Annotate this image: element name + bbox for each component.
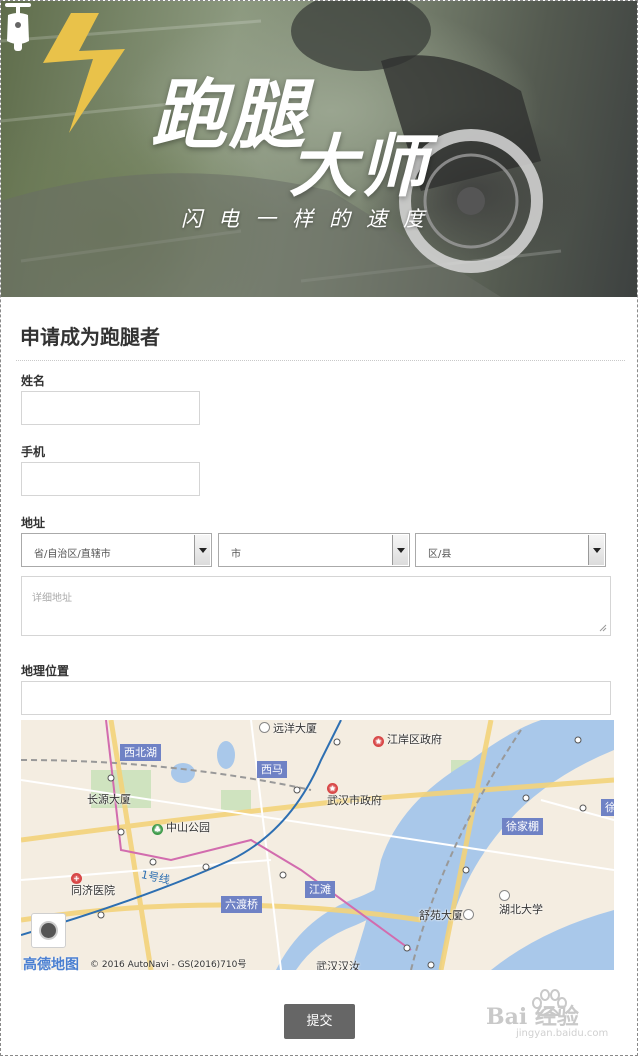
name-label: 姓名 bbox=[21, 374, 46, 388]
government-icon: ★ bbox=[373, 736, 384, 747]
place-label-text: 远洋大厦 bbox=[273, 722, 317, 735]
place-label[interactable]: 徐家棚 bbox=[502, 818, 543, 835]
building-icon bbox=[463, 909, 474, 920]
province-select-value: 省/自治区/直辖市 bbox=[34, 549, 111, 560]
resize-grip-icon[interactable] bbox=[599, 624, 607, 632]
place-label[interactable]: 湖北大学 bbox=[499, 890, 543, 916]
government-icon: ★ bbox=[327, 783, 338, 794]
detail-address-placeholder: 详细地址 bbox=[32, 593, 72, 604]
chevron-down-icon[interactable] bbox=[194, 535, 210, 565]
place-label[interactable]: 西马 bbox=[257, 761, 287, 778]
banner-title-line2: 大师 bbox=[289, 127, 430, 207]
place-label[interactable]: 武汉汉汝 bbox=[316, 960, 360, 970]
province-select[interactable]: 省/自治区/直辖市 bbox=[21, 533, 212, 567]
district-select-value: 区/县 bbox=[428, 549, 452, 560]
page: 跑腿 大师 闪电一样的速度 申请成为跑腿者 姓名 手机 地址 省/自治区/直辖市… bbox=[0, 0, 638, 1056]
address-label: 地址 bbox=[21, 516, 46, 530]
watermark: Bai 经验 bbox=[486, 1004, 579, 1030]
map-canvas[interactable] bbox=[21, 720, 614, 970]
map[interactable]: 西北湖 远洋大厦 ★ 江岸区政府 西马 长源大厦 ★ 武汉市政府 ♣ 中山公园 徐家棚… bbox=[21, 720, 614, 970]
place-label-text: 武汉市政府 bbox=[327, 794, 382, 807]
place-label[interactable]: 六渡桥 bbox=[221, 896, 262, 913]
locate-button[interactable] bbox=[31, 913, 66, 948]
place-label[interactable]: 远洋大厦 bbox=[259, 722, 317, 735]
phone-label: 手机 bbox=[21, 445, 46, 459]
district-select[interactable]: 区/县 bbox=[415, 533, 606, 567]
place-label-text: 舒苑大厦 bbox=[419, 909, 463, 922]
form-title: 申请成为跑腿者 bbox=[20, 325, 160, 349]
phone-input[interactable] bbox=[21, 462, 200, 496]
place-label-text: 中山公园 bbox=[166, 821, 210, 834]
place-label[interactable]: 西北湖 bbox=[120, 744, 161, 761]
map-logo: 高德地图 bbox=[23, 957, 79, 973]
chevron-down-icon[interactable] bbox=[392, 535, 408, 565]
location-input[interactable] bbox=[21, 681, 611, 715]
hero-banner: 跑腿 大师 闪电一样的速度 bbox=[1, 1, 637, 297]
city-select[interactable]: 市 bbox=[218, 533, 410, 567]
scooter-icon bbox=[5, 3, 31, 51]
place-label[interactable]: 江滩 bbox=[305, 881, 335, 898]
banner-slogan: 闪电一样的速度 bbox=[181, 207, 440, 231]
place-label[interactable]: 徐 bbox=[601, 799, 614, 816]
building-icon bbox=[259, 722, 270, 733]
place-label-text: 同济医院 bbox=[71, 884, 115, 897]
name-input[interactable] bbox=[21, 391, 200, 425]
place-label[interactable]: ★ 江岸区政府 bbox=[373, 733, 442, 747]
place-label[interactable]: ♣ 中山公园 bbox=[152, 821, 210, 835]
map-copyright: © 2016 AutoNavi - GS(2016)710号 bbox=[90, 960, 247, 970]
submit-button[interactable]: 提交 bbox=[284, 1004, 355, 1039]
chevron-down-icon[interactable] bbox=[588, 535, 604, 565]
place-label[interactable]: ★ 武汉市政府 bbox=[327, 780, 382, 807]
detail-address-textarea[interactable]: 详细地址 bbox=[21, 576, 611, 636]
place-label[interactable]: 舒苑大厦 bbox=[419, 909, 477, 922]
place-label[interactable]: 长源大厦 bbox=[87, 793, 131, 806]
banner-title-line1: 跑腿 bbox=[151, 70, 307, 159]
school-icon bbox=[499, 890, 510, 901]
city-select-value: 市 bbox=[231, 549, 241, 560]
hospital-icon: + bbox=[71, 873, 82, 884]
location-label: 地理位置 bbox=[21, 664, 70, 678]
place-label-text: 江岸区政府 bbox=[387, 733, 442, 746]
watermark-url: jingyan.baidu.com bbox=[516, 1028, 609, 1039]
place-label[interactable]: + 同济医院 bbox=[71, 870, 115, 897]
divider bbox=[16, 360, 625, 361]
place-label-text: 湖北大学 bbox=[499, 903, 543, 916]
park-icon: ♣ bbox=[152, 824, 163, 835]
